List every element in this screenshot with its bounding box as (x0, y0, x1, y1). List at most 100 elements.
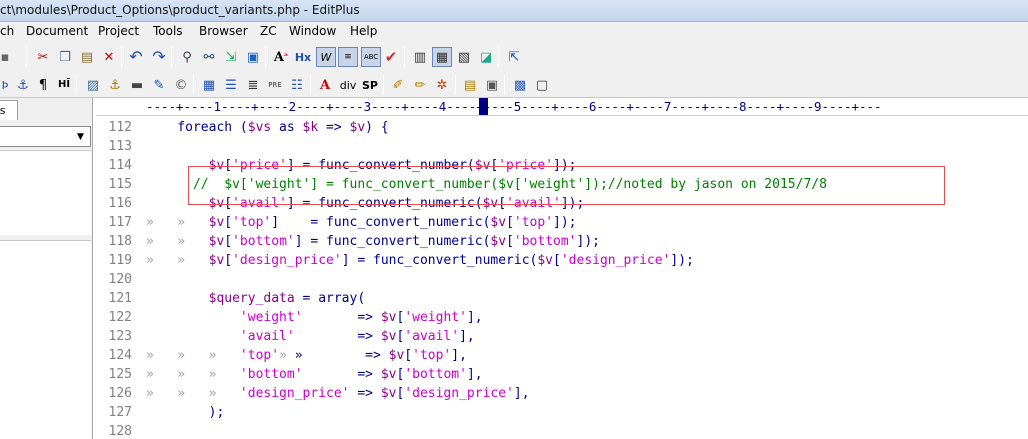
code-token: ]); (576, 234, 600, 249)
pencil-icon[interactable]: ✏ (411, 76, 429, 94)
html-heading-icon[interactable]: Hx (294, 48, 312, 66)
code-token: 'design_price' (404, 386, 514, 401)
window-title: ct\modules\Product_Options\product_varia… (0, 3, 360, 17)
output-window-icon[interactable]: ▦ (432, 47, 452, 67)
word-wrap-icon[interactable]: W (316, 47, 336, 67)
menu-search[interactable]: ch (0, 24, 14, 38)
paste-icon[interactable]: ▤ (78, 48, 96, 66)
code-token: as (271, 120, 303, 135)
window-icon[interactable]: ▩ (511, 76, 529, 94)
file-list[interactable] (0, 240, 91, 439)
code-token: $v (380, 329, 397, 344)
code-line: $v['bottom'] = func_convert_numeric($v['… (146, 232, 600, 251)
table-icon[interactable]: ▦ (200, 76, 218, 94)
code-token: $v (146, 215, 225, 230)
code-line: $query_data = array( (146, 289, 366, 308)
toolbar-separator (76, 75, 77, 95)
line-number: 127 (108, 405, 132, 420)
prev-icon[interactable]: ▪ (0, 48, 14, 66)
code-line: 'design_price' => $v['design_price'], (146, 384, 530, 403)
delete-icon[interactable]: ✕ (100, 48, 118, 66)
code-token: 'avail' (146, 329, 295, 344)
center-icon[interactable]: ≣ (244, 76, 262, 94)
list-icon[interactable]: ☰ (222, 76, 240, 94)
code-editor[interactable]: 112 foreach ($vs as $k => $v) {113 114 $v… (96, 116, 1028, 439)
code-token: $v (146, 234, 225, 249)
indent-icon[interactable]: Þ (0, 76, 14, 94)
document-icon[interactable]: ▤ (461, 76, 479, 94)
span-icon[interactable]: SP (360, 76, 380, 94)
code-line: 'bottom' => $v['bottom'], (146, 365, 483, 384)
code-token: [ (498, 196, 507, 211)
code-token: $v (146, 196, 225, 211)
code-token: $v (388, 348, 405, 363)
image-icon[interactable]: ▨ (84, 76, 102, 94)
code-token: $v (482, 196, 499, 211)
menu-browser[interactable]: Browser (199, 24, 248, 38)
code-line: 'weight' => $v['weight'], (146, 308, 483, 327)
goto-icon[interactable]: ⇲ (222, 48, 240, 66)
color-icon[interactable]: © (172, 76, 190, 94)
cut-icon[interactable]: ✂ (34, 48, 52, 66)
line-number: 121 (108, 291, 132, 306)
edit-icon[interactable]: ✐ (389, 76, 407, 94)
line-number: 114 (108, 158, 132, 173)
toolbar-separator (455, 75, 456, 95)
code-token: 'bottom' (232, 234, 295, 249)
chevron-down-icon[interactable]: ▼ (73, 129, 88, 144)
line-number: 119 (108, 253, 132, 268)
code-token: $v (349, 120, 366, 135)
menu-window[interactable]: Window (289, 24, 336, 38)
code-token: 'price' (498, 158, 554, 173)
redo-icon[interactable]: ↷ (150, 48, 168, 66)
pre-icon[interactable]: PRE (266, 76, 284, 94)
copy-icon[interactable]: ❐ (56, 48, 74, 66)
line-number: 125 (108, 367, 132, 382)
paragraph-icon[interactable]: ¶ (34, 76, 52, 94)
anchor-link-icon[interactable]: ⚓ (106, 76, 124, 94)
directory-list[interactable] (0, 150, 91, 235)
hr-icon[interactable]: HĪ (55, 76, 73, 94)
code-token: ], (466, 310, 483, 325)
menu-help[interactable]: Help (350, 24, 377, 38)
code-line: // $v['weight'] = func_convert_number($v… (146, 175, 827, 194)
ruler-icon[interactable]: ABC (361, 47, 381, 67)
replace-icon[interactable]: ⚯ (200, 48, 218, 66)
menu-project[interactable]: Project (98, 24, 139, 38)
code-token: $k (302, 120, 319, 135)
div-icon[interactable]: div (337, 76, 359, 94)
code-token: $v (146, 253, 225, 268)
preview-icon[interactable]: ▣ (483, 76, 501, 94)
menu-document[interactable]: Document (26, 24, 88, 38)
code-token: ], (459, 329, 475, 344)
underline-icon[interactable]: ▬ (128, 76, 146, 94)
cliptext-icon[interactable]: ▧ (455, 48, 473, 66)
output-icon[interactable]: ▢ (533, 76, 551, 94)
code-token: 'avail' (506, 196, 561, 211)
font-size-icon[interactable]: A (316, 76, 334, 94)
anchor-icon[interactable]: ⚓ (14, 76, 32, 94)
code-token: $v (380, 367, 397, 382)
menu-zc[interactable]: ZC (260, 24, 277, 38)
code-token: ]); (560, 196, 585, 211)
code-token: 'top' (146, 348, 280, 363)
help-icon[interactable]: ⇱ (505, 48, 523, 66)
line-number-icon[interactable]: ≡ (338, 47, 358, 67)
code-line: $v['design_price'] = func_convert_numeri… (146, 251, 694, 270)
font-icon[interactable]: Aᵃ (272, 48, 290, 66)
directory-dropdown[interactable]: ▼ (0, 126, 91, 147)
undo-icon[interactable]: ↶ (127, 48, 145, 66)
code-token: ] = func_convert_numeric( (286, 196, 483, 211)
code-token: 'bottom' (146, 367, 303, 382)
find-icon[interactable]: ⚲ (178, 48, 196, 66)
code-token: [ (506, 215, 514, 230)
debug-icon[interactable]: ✲ (433, 76, 451, 94)
find-in-files-icon[interactable]: ▣ (244, 48, 262, 66)
menu-tools[interactable]: Tools (153, 24, 183, 38)
list2-icon[interactable]: ☷ (288, 76, 306, 94)
spellcheck-icon[interactable]: ✔ (382, 48, 400, 66)
line-number: 117 (108, 215, 132, 230)
bold-icon[interactable]: ✎ (150, 76, 168, 94)
directory-window-icon[interactable]: ▥ (411, 48, 429, 66)
browser-icon[interactable]: ◪ (477, 48, 495, 66)
